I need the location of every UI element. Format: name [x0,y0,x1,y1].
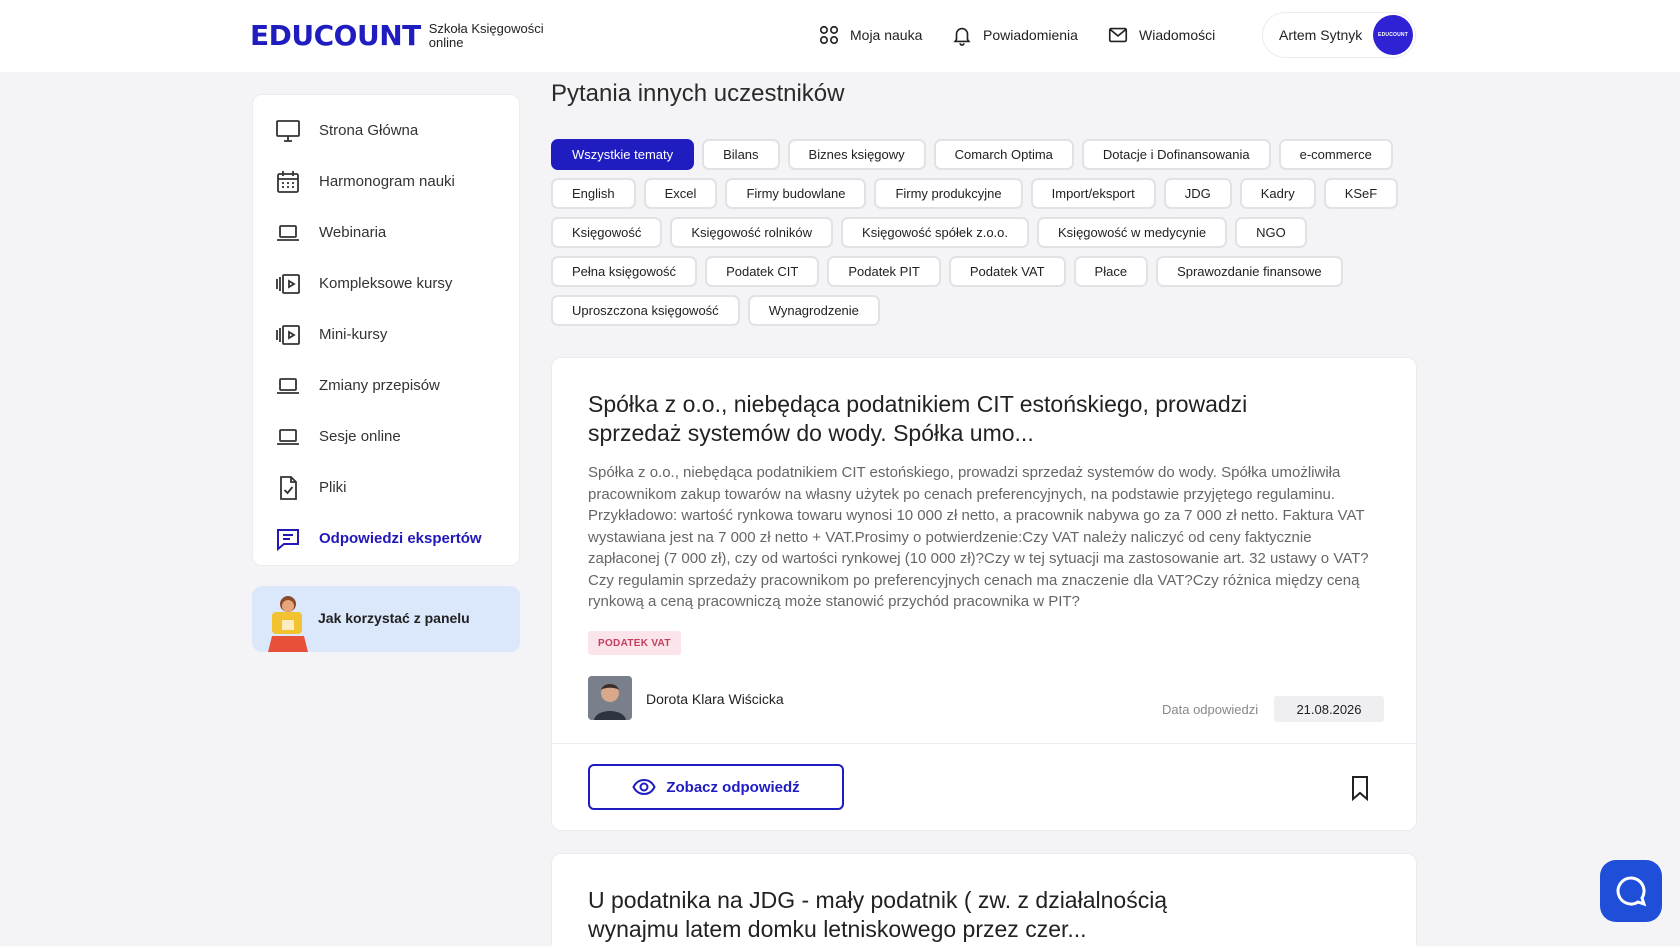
topic-chip[interactable]: Księgowość spółek z.o.o. [841,217,1030,248]
sidebar-item-odpowiedzi-ekspertow[interactable]: Odpowiedzi ekspertów [253,513,519,564]
topic-chip[interactable]: NGO [1235,217,1307,248]
user-menu[interactable]: Artem Sytnyk EDUCOUNT [1262,12,1416,58]
question-card: Spółka z o.o., niebędąca podatnikiem CIT… [551,357,1417,831]
topic-chip[interactable]: English [551,178,636,209]
grid-icon [818,24,840,46]
sidebar-item-label: Pliki [319,479,347,496]
topic-chip[interactable]: Księgowość rolników [670,217,834,248]
user-name: Artem Sytnyk [1279,27,1363,43]
sidebar-item-label: Webinaria [319,224,387,241]
answer-date: 21.08.2026 [1274,696,1384,722]
nav-moja-nauka[interactable]: Moja nauka [818,22,922,48]
topic-chip[interactable]: Excel [643,178,718,209]
question-card: U podatnika na JDG - mały podatnik ( zw.… [551,853,1417,946]
chat-bubble-icon [1616,876,1647,907]
topic-chip[interactable]: Wszystkie tematy [551,139,695,170]
question-title[interactable]: U podatnika na JDG - mały podatnik ( zw.… [588,886,1248,944]
topic-chip[interactable]: Pełna księgowość [551,256,698,287]
view-answer-button[interactable]: Zobacz odpowiedź [588,764,844,810]
nav-wiadomosci[interactable]: Wiadomości [1107,22,1215,48]
chat-lines-icon [273,524,303,554]
sidebar-item-label: Harmonogram nauki [319,173,455,190]
file-check-icon [273,473,303,503]
topic-chip[interactable]: KSeF [1323,178,1399,209]
topic-chip[interactable]: Wynagrodzenie [747,295,880,326]
divider [552,743,1416,744]
topic-chip[interactable]: Podatek PIT [827,256,941,287]
sidebar-item-pliki[interactable]: Pliki [253,462,519,513]
answer-date-label: Data odpowiedzi [1162,702,1259,717]
chat-support-button[interactable] [1600,860,1662,922]
sidebar-item-label: Kompleksowe kursy [319,275,453,292]
video-library-icon [273,320,303,350]
topic-chip[interactable]: Bilans [702,139,780,170]
topic-chip[interactable]: Firmy produkcyjne [874,178,1023,209]
page-title: Pytania innych uczestników [551,80,845,107]
topic-chip[interactable]: Podatek CIT [705,256,820,287]
topic-chip[interactable]: Księgowość [551,217,663,248]
nav-label: Powiadomienia [983,27,1078,43]
sidebar-item-label: Odpowiedzi ekspertów [319,530,482,547]
topic-chip[interactable]: Import/eksport [1030,178,1156,209]
topic-chip[interactable]: Dotacje i Dofinansowania [1081,139,1271,170]
topic-tag: PODATEK VAT [588,631,681,655]
question-title[interactable]: Spółka z o.o., niebędąca podatnikiem CIT… [588,390,1248,448]
sidebar-item-kompleksowe-kursy[interactable]: Kompleksowe kursy [253,258,519,309]
topic-chip[interactable]: Uproszczona księgowość [551,295,740,326]
logo-tagline: Szkoła Księgowości online [428,21,544,50]
topic-chip[interactable]: Podatek VAT [948,256,1066,287]
topic-chip[interactable]: JDG [1163,178,1232,209]
question-body: Spółka z o.o., niebędąca podatnikiem CIT… [588,464,1369,610]
help-panel-card[interactable]: Jak korzystać z panelu [252,586,520,652]
topic-chip[interactable]: Księgowość w medycynie [1037,217,1228,248]
video-library-icon [273,269,303,299]
sidebar-item-strona-glowna[interactable]: Strona Główna [253,105,519,156]
bookmark-icon[interactable] [1348,775,1372,801]
sidebar-item-zmiany-przepisow[interactable]: Zmiany przepisów [253,360,519,411]
monitor-icon [273,116,303,146]
person-illustration-icon [268,596,308,652]
help-panel-label: Jak korzystać z panelu [318,610,470,626]
laptop-icon [273,218,303,248]
sidebar-item-mini-kursy[interactable]: Mini-kursy [253,309,519,360]
educount-logo[interactable]: EDUCOUNT Szkoła Księgowości online [250,20,549,52]
top-header: EDUCOUNT Szkoła Księgowości online Moja … [0,0,1680,72]
topic-chip[interactable]: Biznes księgowy [787,139,926,170]
topic-chip[interactable]: Sprawozdanie finansowe [1156,256,1343,287]
laptop-icon [273,422,303,452]
sidebar-item-label: Zmiany przepisów [319,377,440,394]
expert-avatar [588,676,632,720]
sidebar-item-label: Sesje online [319,428,401,445]
sidebar-item-webinaria[interactable]: Webinaria [253,207,519,258]
sidebar-item-label: Strona Główna [319,122,419,139]
expert-name: Dorota Klara Wiścicka [646,691,784,707]
view-answer-label: Zobacz odpowiedź [666,778,800,796]
topic-chip[interactable]: Firmy budowlane [725,178,867,209]
logo-wordmark: EDUCOUNT [250,19,421,52]
topic-chip[interactable]: Płace [1073,256,1149,287]
sidebar: Strona Główna Harmonogram nauki Webinari… [252,94,520,566]
nav-label: Moja nauka [850,27,923,43]
calendar-icon [273,167,303,197]
bell-icon [951,24,973,46]
nav-label: Wiadomości [1139,27,1216,43]
nav-powiadomienia[interactable]: Powiadomienia [951,22,1078,48]
eye-icon [632,778,656,796]
topic-chip[interactable]: Kadry [1239,178,1316,209]
topic-chip[interactable]: e-commerce [1278,139,1393,170]
avatar: EDUCOUNT [1373,15,1413,55]
sidebar-item-label: Mini-kursy [319,326,388,343]
sidebar-item-sesje-online[interactable]: Sesje online [253,411,519,462]
laptop-icon [273,371,303,401]
topic-chip[interactable]: Comarch Optima [933,139,1074,170]
sidebar-item-harmonogram[interactable]: Harmonogram nauki [253,156,519,207]
topic-filter-list: Wszystkie tematy Bilans Biznes księgowy Com… [551,139,1401,326]
mail-icon [1107,24,1129,46]
